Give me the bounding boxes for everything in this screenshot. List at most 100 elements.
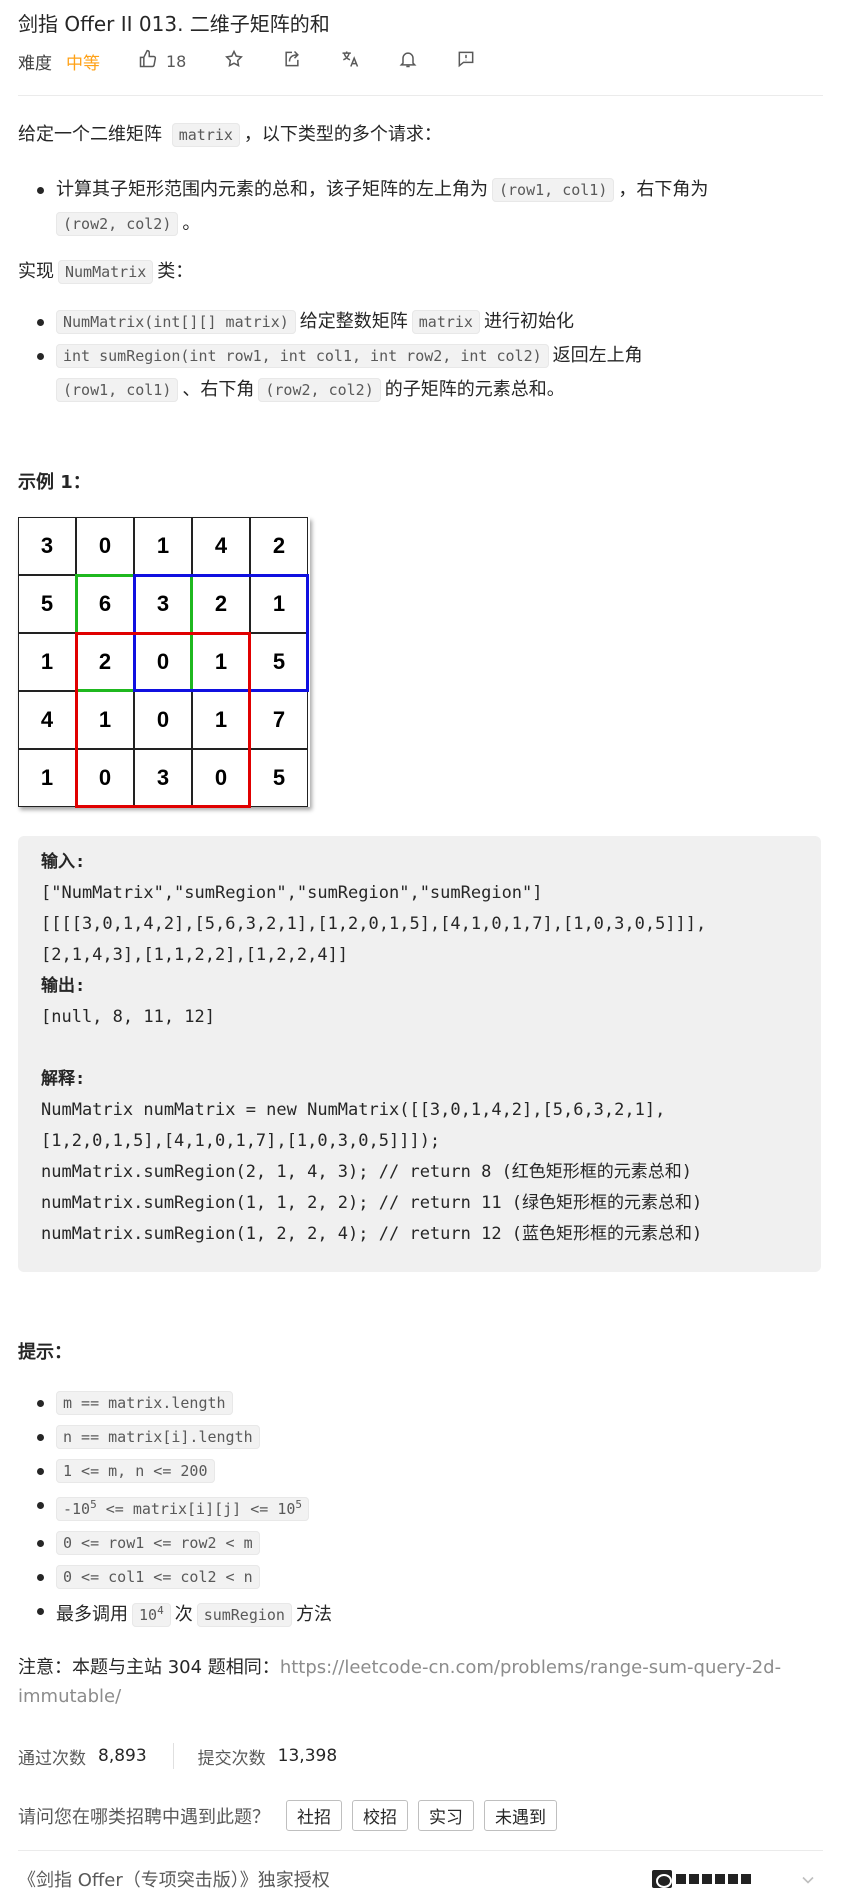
input-line3: [2,1,4,3],[1,1,2,2],[1,2,2,4]] <box>41 945 349 965</box>
example-heading: 示例 1： <box>18 472 91 493</box>
bullet1-text: 计算其子矩形范围内元素的总和，该子矩阵的左上角为 <box>56 179 488 200</box>
constraint-6: 0 <= col1 <= col2 < n <box>56 1565 260 1589</box>
impl-text: 实现 <box>18 261 54 282</box>
list-item: NumMatrix(int[][] matrix) 给定整数矩阵 matrix 进行初… <box>37 305 643 339</box>
explain-label: 解释: <box>41 1069 86 1089</box>
matrix-cell: 1 <box>18 633 76 691</box>
book-authorization: 《剑指 Offer（专项突击版）》独家授权 <box>18 1870 330 1891</box>
input-line1: ["NumMatrix","sumRegion","sumRegion","su… <box>41 883 543 903</box>
matrix-cell: 1 <box>134 517 192 575</box>
output-label: 输出: <box>41 976 86 996</box>
impl-text-after: 类： <box>157 261 194 282</box>
constraint-7-code: 104 <box>132 1603 171 1627</box>
example-code-block: 输入: ["NumMatrix","sumRegion","sumRegion"… <box>18 836 821 1272</box>
publisher-logo-mark <box>652 1870 672 1888</box>
sumregion-code3: (row2, col2) <box>258 378 381 402</box>
list-item-continuation: (row1, col1) 、右下角 (row2, col2) 的子矩阵的元素总和。 <box>56 373 643 407</box>
constructor-text: 给定整数矩阵 <box>299 311 408 332</box>
list-item: 0 <= row1 <= row2 < m <box>37 1526 332 1560</box>
sumregion-signature: int sumRegion(int row1, int col1, int ro… <box>56 344 549 368</box>
matrix-cell: 5 <box>250 749 308 807</box>
footer-divider <box>18 1850 823 1851</box>
publisher-logo <box>652 1868 756 1890</box>
sumregion-end: 的子矩阵的元素总和。 <box>384 379 565 400</box>
favorite-button[interactable] <box>224 48 244 74</box>
intro-code: matrix <box>171 123 240 147</box>
survey-option-campus[interactable]: 校招 <box>352 1800 408 1831</box>
constructor-code2: matrix <box>411 310 480 334</box>
hints-heading: 提示： <box>18 1342 72 1363</box>
notification-button[interactable] <box>398 48 418 74</box>
explain-line1: NumMatrix numMatrix = new NumMatrix([[3,… <box>41 1100 666 1120</box>
list-item: 最多调用 104 次 sumRegion 方法 <box>37 1594 332 1632</box>
thumbs-up-icon <box>138 49 158 74</box>
constraint-1: m == matrix.length <box>56 1391 233 1415</box>
translate-button[interactable] <box>340 48 360 74</box>
translate-icon <box>340 49 360 74</box>
constraint-4: -105 <= matrix[i][j] <= 105 <box>56 1497 310 1521</box>
submission-stats: 通过次数 8,893 提交次数 13,398 <box>18 1743 337 1769</box>
impl-code: NumMatrix <box>58 260 154 284</box>
matrix-cell: 7 <box>250 691 308 749</box>
constraint-7-base: 10 <box>139 1606 158 1624</box>
difficulty-value: 中等 <box>66 53 100 74</box>
star-icon <box>224 49 244 74</box>
interview-survey: 请问您在哪类招聘中遇到此题？ 社招 校招 实习 未遇到 <box>18 1800 567 1831</box>
list-item: 计算其子矩形范围内元素的总和，该子矩阵的左上角为 (row1, col1) ，右下角… <box>36 173 709 207</box>
same-problem-note: 注意：本题与主站 304 题相同：https://leetcode-cn.com… <box>18 1653 818 1711</box>
feedback-icon <box>456 49 476 74</box>
matrix-cell: 0 <box>76 517 134 575</box>
bullet1-mid: ，右下角为 <box>618 179 709 200</box>
note-prefix: 注意：本题与主站 304 题相同： <box>18 1657 280 1678</box>
constraint-7-code2: sumRegion <box>196 1603 292 1627</box>
submitted-label: 提交次数 <box>197 1748 266 1769</box>
constraint-5: 0 <= row1 <= row2 < m <box>56 1531 260 1555</box>
input-line2: [[[[3,0,1,4,2],[5,6,3,2,1],[1,2,0,1,5],[… <box>41 914 707 934</box>
survey-option-social[interactable]: 社招 <box>286 1800 342 1831</box>
intro-text: 给定一个二维矩阵 <box>18 124 168 145</box>
constraint-2: n == matrix[i].length <box>56 1425 260 1449</box>
like-count: 18 <box>166 51 187 71</box>
list-item: 1 <= m, n <= 200 <box>37 1454 332 1488</box>
constraint-7-before: 最多调用 <box>56 1604 128 1625</box>
explain-line5: numMatrix.sumRegion(1, 2, 2, 4); // retu… <box>41 1224 703 1244</box>
bullet1-end: 。 <box>182 213 201 234</box>
bullet1-code2: (row2, col2) <box>56 212 179 236</box>
matrix-cell: 3 <box>18 517 76 575</box>
intro-text-after: ，以下类型的多个请求： <box>243 124 442 145</box>
problem-title: 剑指 Offer II 013. 二维子矩阵的和 <box>18 12 330 36</box>
impl-paragraph: 实现 NumMatrix 类： <box>18 259 193 285</box>
list-item: 0 <= col1 <= col2 < n <box>37 1560 332 1594</box>
sumregion-code2: (row1, col1) <box>56 378 179 402</box>
problem-meta-bar: 难度 中等 18 <box>18 48 514 74</box>
share-icon <box>282 49 302 74</box>
difficulty-label: 难度 <box>18 53 52 74</box>
constraints-list: m == matrix.length n == matrix[i].length… <box>37 1386 332 1632</box>
survey-option-internship[interactable]: 实习 <box>418 1800 474 1831</box>
explain-line2: [1,2,0,1,5],[4,1,0,1,7],[1,0,3,0,5]]]); <box>41 1131 441 1151</box>
stats-divider <box>172 1743 174 1769</box>
constraint-7-sup: 4 <box>157 1604 164 1617</box>
list-item: n == matrix[i].length <box>37 1420 332 1454</box>
output-line: [null, 8, 11, 12] <box>41 1007 215 1027</box>
share-button[interactable] <box>282 48 302 74</box>
constraint-3: 1 <= m, n <= 200 <box>56 1459 215 1483</box>
bell-icon <box>398 49 418 74</box>
survey-option-not-encountered[interactable]: 未遇到 <box>484 1800 557 1831</box>
constraint-4-sup1: 5 <box>90 1498 97 1511</box>
list-item-continuation: (row2, col2)。 <box>56 207 708 241</box>
matrix-cell: 4 <box>18 691 76 749</box>
constraint-4-sup2: 5 <box>295 1498 303 1511</box>
list-item: -105 <= matrix[i][j] <= 105 <box>37 1488 332 1526</box>
matrix-cell: 4 <box>192 517 250 575</box>
chevron-down-icon[interactable] <box>798 1870 818 1890</box>
red-region-box <box>75 632 251 808</box>
like-button[interactable]: 18 <box>138 48 186 74</box>
intro-paragraph: 给定一个二维矩阵 matrix ，以下类型的多个请求： <box>18 122 442 148</box>
accepted-value: 8,893 <box>98 1746 147 1766</box>
list-item: int sumRegion(int row1, int col1, int ro… <box>37 339 643 373</box>
constraint-7-after: 方法 <box>295 1604 332 1625</box>
sumregion-mid: 、右下角 <box>182 379 255 400</box>
feedback-button[interactable] <box>456 48 476 74</box>
matrix-cell: 5 <box>18 575 76 633</box>
